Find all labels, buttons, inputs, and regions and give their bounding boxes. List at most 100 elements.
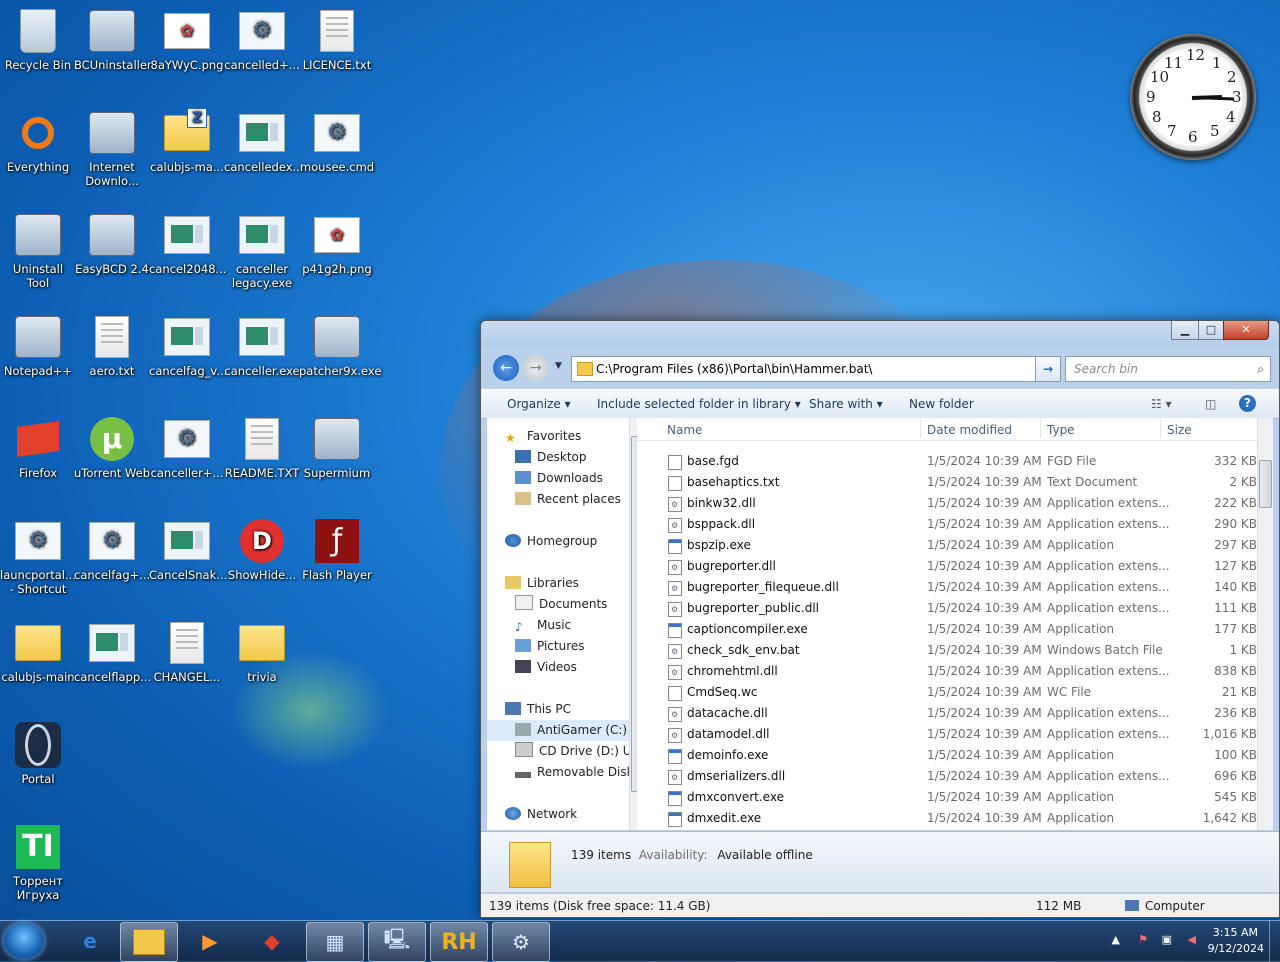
desktop-icon[interactable]: Notepad++: [0, 314, 76, 378]
nav-this-pc[interactable]: This PC: [505, 699, 571, 720]
preview-pane-icon[interactable]: ◫: [1205, 390, 1216, 418]
desktop-icon[interactable]: ✿ 8aYWyC.png: [149, 8, 225, 72]
file-row[interactable]: dmxedit.exe 1/5/2024 10:39 AM Application 1…: [637, 808, 1257, 829]
nav-homegroup[interactable]: Homegroup: [505, 531, 597, 552]
steam-icon[interactable]: ⚙: [492, 922, 550, 962]
column-type[interactable]: Type: [1047, 423, 1075, 437]
forward-button[interactable]: →: [523, 355, 549, 381]
file-row[interactable]: dmserializers.dll 1/5/2024 10:39 AM Applic…: [637, 766, 1257, 787]
desktop-icon[interactable]: aero.txt: [74, 314, 150, 378]
firefox-icon[interactable]: ◆: [244, 922, 300, 960]
file-row[interactable]: binkw32.dll 1/5/2024 10:39 AM Application …: [637, 493, 1257, 514]
desktop-icon[interactable]: ⚙ launcportal... - Shortcut: [0, 518, 76, 596]
nav-downloads[interactable]: Downloads: [515, 468, 603, 489]
column-date-modified[interactable]: Date modified: [927, 423, 1012, 437]
nav-documents[interactable]: Documents: [515, 594, 607, 615]
go-button[interactable]: →: [1035, 356, 1061, 382]
desktop-icon[interactable]: TI Торрент Игруха: [0, 824, 76, 902]
clock-time[interactable]: 3:15 AM: [1198, 926, 1258, 939]
network-icon[interactable]: ▣: [1162, 933, 1172, 946]
share-with-button[interactable]: Share with ▾: [809, 390, 883, 418]
address-text[interactable]: C:\Program Files (x86)\Portal\bin\Hammer…: [596, 357, 872, 381]
desktop-icon[interactable]: cancelflapp...: [74, 620, 151, 684]
file-row[interactable]: bugreporter_public.dll 1/5/2024 10:39 AM A…: [637, 598, 1257, 619]
desktop-icon[interactable]: ⚙ mousee.cmd: [299, 110, 375, 174]
desktop-icon[interactable]: canceller.exe: [224, 314, 300, 378]
computer-icon[interactable]: 🖳: [368, 922, 426, 962]
column-name[interactable]: Name: [667, 423, 702, 437]
desktop-icon[interactable]: Everything: [0, 110, 76, 174]
desktop-icon[interactable]: ⚙ cancelfag+...: [74, 518, 150, 582]
file-row[interactable]: datacache.dll 1/5/2024 10:39 AM Applicatio…: [637, 703, 1257, 724]
organize-button[interactable]: Organize ▾: [507, 390, 571, 418]
desktop-icon[interactable]: Recycle Bin: [0, 8, 76, 72]
nav-pictures[interactable]: Pictures: [515, 636, 585, 657]
desktop-icon[interactable]: calubjs-main: [0, 620, 76, 684]
desktop-icon[interactable]: LICENCE.txt: [299, 8, 375, 72]
clock-date[interactable]: 9/12/2024: [1198, 942, 1264, 955]
file-row[interactable]: check_sdk_env.bat 1/5/2024 10:39 AM Window…: [637, 640, 1257, 661]
minimize-button[interactable]: ▁: [1171, 321, 1199, 340]
desktop-icon[interactable]: BCUninstaller: [74, 8, 152, 72]
nav-libraries[interactable]: Libraries: [505, 573, 579, 594]
desktop-icon[interactable]: Firefox: [0, 416, 76, 480]
file-list-scrollbar-thumb[interactable]: [1259, 460, 1272, 508]
file-row[interactable]: bugreporter.dll 1/5/2024 10:39 AM Applicat…: [637, 556, 1257, 577]
file-row[interactable]: bsppack.dll 1/5/2024 10:39 AM Application …: [637, 514, 1257, 535]
maximize-button[interactable]: □: [1198, 321, 1224, 340]
desktop-icon[interactable]: cancel2048...: [149, 212, 227, 276]
desktop-icon[interactable]: Internet Downlo...: [74, 110, 150, 188]
column-size[interactable]: Size: [1167, 423, 1192, 437]
nav-drive-d[interactable]: CD Drive (D:) Ubu: [515, 741, 629, 762]
nav-recent-places[interactable]: Recent places: [515, 489, 621, 510]
show-hidden-icons[interactable]: ▲: [1112, 933, 1120, 946]
back-button[interactable]: ←: [493, 355, 519, 381]
desktop-icon[interactable]: Zcalubjs-ma...: [149, 108, 225, 174]
nav-favorites[interactable]: ★ Favorites: [505, 426, 581, 447]
file-row[interactable]: bspzip.exe 1/5/2024 10:39 AM Application 29…: [637, 535, 1257, 556]
rh-icon[interactable]: RH: [430, 922, 488, 962]
file-row[interactable]: base.fgd 1/5/2024 10:39 AM FGD File 332 KB: [637, 451, 1257, 472]
start-button[interactable]: [4, 923, 44, 959]
ie-icon[interactable]: e: [62, 922, 118, 960]
action-center-icon[interactable]: ⚑: [1138, 933, 1148, 946]
desktop-icon[interactable]: cancelfag_v...: [149, 314, 227, 378]
desktop-icon[interactable]: CancelSnak...: [149, 518, 227, 582]
file-row[interactable]: dmxconvert.exe 1/5/2024 10:39 AM Applicati…: [637, 787, 1257, 808]
nav-videos[interactable]: Videos: [515, 657, 577, 678]
media-player-icon[interactable]: ▶: [182, 922, 238, 960]
include-in-library-button[interactable]: Include selected folder in library ▾: [597, 390, 801, 418]
nav-removable-disk[interactable]: Removable Disk (: [515, 762, 629, 783]
explorer-icon[interactable]: [120, 922, 178, 962]
desktop-icon[interactable]: µ uTorrent Web: [74, 416, 150, 480]
file-row[interactable]: CmdSeq.wc 1/5/2024 10:39 AM WC File 21 KB: [637, 682, 1257, 703]
desktop-icon[interactable]: trivia: [224, 620, 300, 684]
desktop-icon[interactable]: Portal: [0, 722, 76, 786]
clock-gadget[interactable]: 12 1 2 3 4 5 6 7 8 9 10 11: [1130, 34, 1256, 160]
desktop-icon[interactable]: README.TXT: [224, 416, 300, 480]
desktop-icon[interactable]: ⚙ cancelled+...: [224, 8, 300, 72]
desktop-icon[interactable]: canceller legacy.exe: [224, 212, 300, 290]
volume-muted-icon[interactable]: ◀: [1188, 933, 1196, 946]
nav-desktop[interactable]: Desktop: [515, 447, 587, 468]
address-bar[interactable]: C:\Program Files (x86)\Portal\bin\Hammer…: [571, 356, 1061, 382]
desktop-icon[interactable]: D ShowHide...: [224, 518, 300, 582]
desktop-icon[interactable]: Supermium: [299, 416, 375, 480]
title-bar[interactable]: ▁ □ ✕: [481, 321, 1279, 347]
nav-network[interactable]: Network: [505, 804, 577, 825]
desktop-icon[interactable]: ✿ p41g2h.png: [299, 212, 375, 276]
desktop-icon[interactable]: EasyBCD 2.4: [74, 212, 150, 276]
file-row[interactable]: chromehtml.dll 1/5/2024 10:39 AM Applicati…: [637, 661, 1257, 682]
desktop-icon[interactable]: CHANGEL...: [149, 620, 225, 684]
desktop-icon[interactable]: ⚙ canceller+...: [149, 416, 225, 480]
desktop-icon[interactable]: ƒ Flash Player: [299, 518, 375, 582]
desktop-icon[interactable]: Uninstall Tool: [0, 212, 76, 290]
recent-pages-dropdown[interactable]: ▼: [555, 361, 562, 371]
desktop-icon[interactable]: patcher9x.exe: [299, 314, 381, 378]
change-view-icon[interactable]: ☷ ▾: [1151, 390, 1172, 418]
file-list-scrollbar[interactable]: [1257, 418, 1273, 830]
file-row[interactable]: demoinfo.exe 1/5/2024 10:39 AM Application…: [637, 745, 1257, 766]
nav-drive-c[interactable]: AntiGamer (C:): [487, 720, 629, 741]
new-folder-button[interactable]: New folder: [909, 390, 974, 418]
control-panel-icon[interactable]: ▦: [306, 922, 364, 962]
